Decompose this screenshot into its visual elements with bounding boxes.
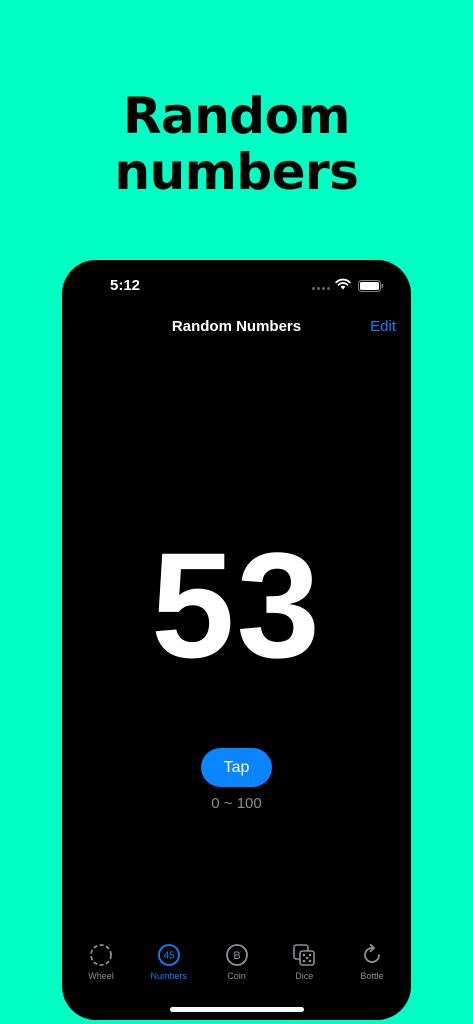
random-number-display: 53 — [151, 521, 322, 689]
bottle-icon — [359, 942, 385, 968]
battery-icon — [358, 280, 383, 292]
phone-screen: 5:12 Random Numbers Edit 53 Tap 0 ~ 100 … — [62, 260, 411, 1020]
numbers-icon-text: 45 — [163, 951, 175, 962]
edit-button[interactable]: Edit — [370, 318, 396, 335]
status-time: 5:12 — [110, 277, 141, 294]
tab-label-numbers: Numbers — [150, 971, 187, 981]
wheel-icon — [88, 942, 114, 968]
tab-label-wheel: Wheel — [88, 971, 114, 981]
tab-dice[interactable]: Dice — [279, 942, 329, 1002]
promo-title-line2: numbers — [114, 143, 359, 201]
promo-title-line1: Random — [122, 87, 351, 145]
coin-icon: B — [224, 942, 250, 968]
tap-button[interactable]: Tap — [201, 748, 272, 787]
dice-icon — [291, 942, 317, 968]
nav-title: Random Numbers — [171, 318, 302, 335]
signal-icon — [312, 287, 330, 290]
tab-coin[interactable]: B Coin — [212, 942, 262, 1002]
range-label: 0 ~ 100 — [211, 795, 262, 812]
coin-icon-text: B — [233, 950, 240, 962]
tab-wheel[interactable]: Wheel — [76, 942, 126, 1002]
tab-bottle[interactable]: Bottle — [347, 942, 397, 1002]
home-indicator[interactable] — [170, 1007, 304, 1012]
wifi-icon — [335, 278, 351, 290]
tab-label-coin: Coin — [227, 971, 246, 981]
tab-bar: Wheel 45 Numbers B Coin Dice Bottle — [62, 942, 411, 1002]
promo-title: Random numbers — [0, 88, 473, 200]
tab-numbers[interactable]: 45 Numbers — [144, 942, 194, 1002]
tab-label-dice: Dice — [295, 971, 314, 981]
tab-label-bottle: Bottle — [360, 971, 384, 981]
numbers-icon: 45 — [156, 942, 182, 968]
